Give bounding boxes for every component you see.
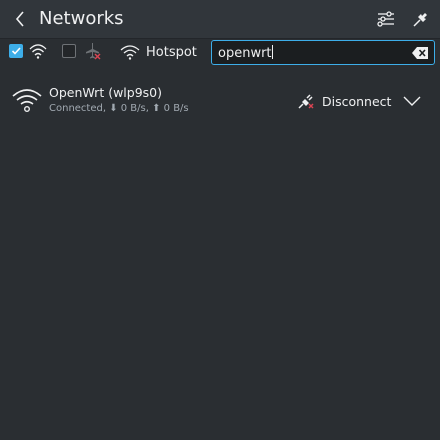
search-field[interactable]: openwrt [211,40,435,65]
hotspot-label: Hotspot [146,44,197,60]
airplane-mode-icon [82,41,104,61]
airplane-mode-checkbox[interactable] [62,44,76,58]
disconnect-label: Disconnect [322,93,392,109]
hotspot-button[interactable]: Hotspot [118,41,197,63]
networks-panel: Networks Hotspot openwrt OpenWrt (wlp9s0… [0,0,440,440]
page-title: Networks [39,8,124,29]
sliders-icon [377,11,394,27]
clear-search-button[interactable] [411,45,429,61]
chevron-down-icon [403,96,421,106]
toolbar: Hotspot openwrt [0,39,440,71]
connection-status: Connected, ⬇ 0 B/s, ⬆ 0 B/s [49,103,189,114]
pin-icon [413,13,427,27]
text-caret [271,45,273,59]
wifi-connected-icon [11,85,43,115]
connection-name: OpenWrt (wlp9s0) [49,85,163,100]
connection-item[interactable]: OpenWrt (wlp9s0) Connected, ⬇ 0 B/s, ⬆ 0… [0,78,440,124]
chevron-left-icon [15,11,24,27]
header-bar: Networks [0,0,440,39]
clear-text-icon [412,47,428,59]
checkmark-icon [11,47,21,55]
expand-details-button[interactable] [402,92,422,110]
back-button[interactable] [9,7,31,31]
wifi-enabled-checkbox[interactable] [9,44,23,58]
hotspot-icon [120,45,140,60]
disconnect-button[interactable]: Disconnect [296,91,391,111]
configure-button[interactable] [375,8,397,30]
disconnect-plug-icon [298,94,314,109]
search-input[interactable]: openwrt [218,45,273,61]
pin-button[interactable] [410,8,432,30]
search-value: openwrt [218,46,272,61]
wifi-icon [27,41,49,61]
